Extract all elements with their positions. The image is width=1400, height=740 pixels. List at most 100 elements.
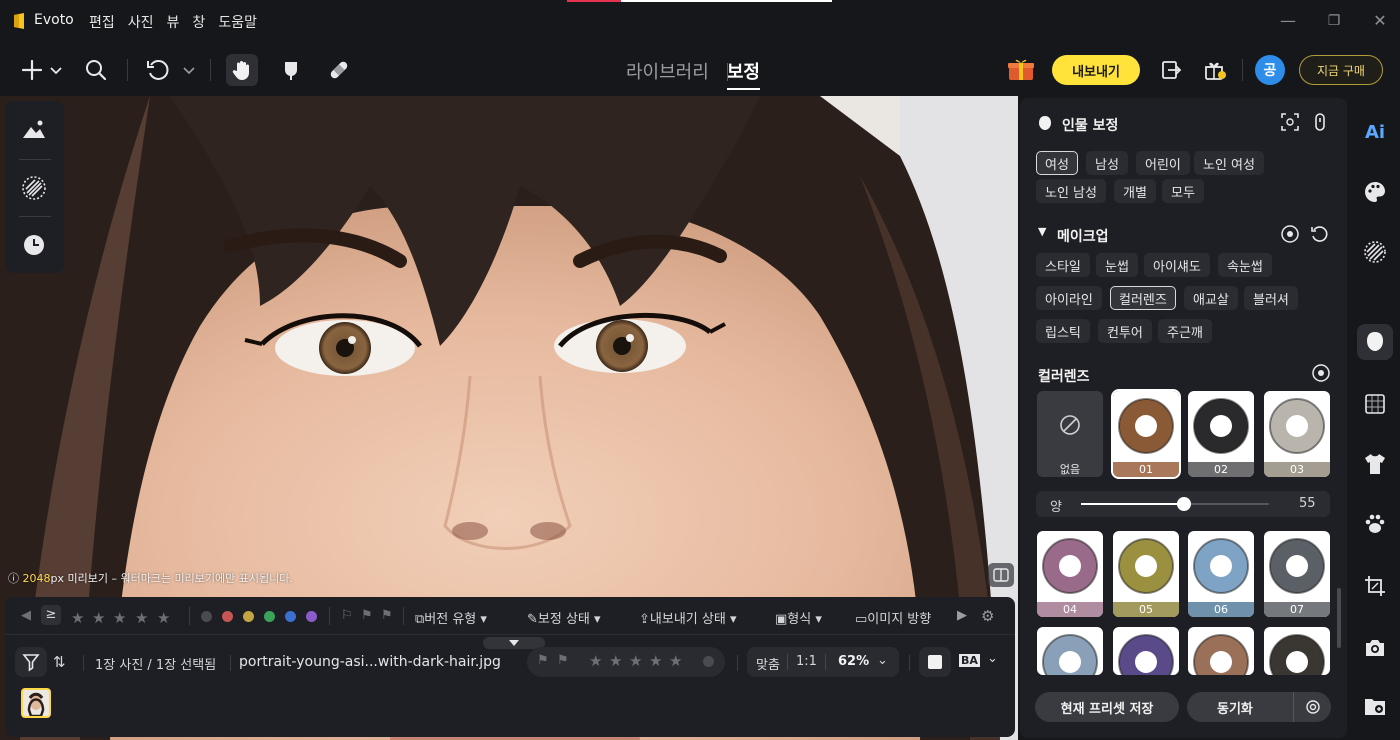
filter-settings-icon[interactable]: ⚙ [981, 607, 994, 625]
lens-option[interactable] [1113, 627, 1179, 675]
color-label-none[interactable] [201, 611, 212, 622]
makeup-eyelash[interactable]: 속눈썹 [1218, 253, 1272, 277]
close-icon[interactable]: ✕ [1371, 12, 1389, 30]
menu-window[interactable]: 창 [192, 12, 205, 32]
palette-icon[interactable] [1361, 178, 1389, 206]
makeup-color-lens[interactable]: 컬러렌즈 [1110, 286, 1176, 310]
makeup-collapse-icon[interactable]: ▼ [1038, 225, 1046, 238]
zoom-fit-button[interactable]: 맞춤 [756, 654, 780, 673]
crop-icon[interactable] [1361, 572, 1389, 600]
makeup-aegyo-sal[interactable]: 애교살 [1184, 286, 1238, 310]
buy-now-button[interactable]: 지금 구매 [1299, 55, 1383, 85]
lens-option[interactable]: 07 [1264, 531, 1330, 617]
portrait-face-icon[interactable] [1357, 324, 1393, 360]
menu-photo[interactable]: 사진 [128, 12, 154, 32]
history-clock-icon[interactable] [19, 230, 49, 260]
makeup-freckles[interactable]: 주근깨 [1158, 319, 1212, 343]
makeup-lipstick[interactable]: 립스틱 [1036, 319, 1090, 343]
filter-scroll-left-icon[interactable]: ◀ [21, 608, 31, 623]
lens-option[interactable]: 05 [1113, 531, 1179, 617]
filter-star-icon[interactable]: ★ [71, 609, 84, 627]
ai-icon[interactable]: Ai [1361, 118, 1389, 146]
filter-star-icon[interactable]: ★ [92, 609, 105, 627]
brush-icon[interactable] [275, 54, 307, 86]
pet-paw-icon[interactable] [1361, 510, 1389, 538]
flag-icon[interactable]: ⚑ [537, 653, 549, 668]
tab-library[interactable]: 라이브러리 [626, 58, 709, 90]
export-button[interactable]: 내보내기 [1052, 55, 1140, 85]
lens-none[interactable]: 없음 [1037, 391, 1103, 477]
subject-individual[interactable]: 개별 [1114, 179, 1156, 203]
flag-reject-icon[interactable]: ⚑ [557, 653, 569, 668]
lens-option[interactable]: 02 [1188, 391, 1254, 477]
color-label-dot[interactable] [703, 656, 714, 667]
compare-icon[interactable] [988, 563, 1014, 587]
makeup-blusher[interactable]: 블러셔 [1244, 286, 1298, 310]
menu-view[interactable]: 뷰 [167, 12, 180, 32]
menu-help[interactable]: 도움말 [218, 12, 257, 32]
undo-menu-chevron-icon[interactable] [177, 54, 201, 86]
filter-version-type[interactable]: ⧉버전 유형 ▾ [415, 608, 487, 627]
undo-icon[interactable] [142, 54, 174, 86]
gift-box-icon[interactable] [1004, 54, 1038, 86]
rating-star-icon[interactable]: ★ [589, 652, 602, 670]
sort-icon[interactable]: ⇅ [53, 653, 66, 671]
lens-option[interactable] [1264, 627, 1330, 675]
export-panel-icon[interactable] [1155, 54, 1187, 86]
color-label-red[interactable] [222, 611, 233, 622]
rating-star-icon[interactable]: ★ [669, 652, 682, 670]
subject-elderly-female[interactable]: 노인 여성 [1194, 151, 1264, 175]
amount-slider-track[interactable] [1081, 497, 1269, 511]
lens-option[interactable] [1188, 627, 1254, 675]
tab-retouch[interactable]: 보정 [726, 58, 761, 90]
makeup-visibility-eye-icon[interactable] [1281, 225, 1299, 247]
subject-female[interactable]: 여성 [1036, 151, 1078, 175]
zoom-chevron-down-icon[interactable]: ⌄ [877, 653, 888, 668]
view-chevron-down-icon[interactable]: ⌄ [987, 651, 998, 666]
makeup-style[interactable]: 스타일 [1036, 253, 1090, 277]
color-label-green[interactable] [264, 611, 275, 622]
background-icon[interactable] [1361, 390, 1389, 418]
subject-child[interactable]: 어린이 [1136, 151, 1190, 175]
hand-icon[interactable] [226, 54, 258, 86]
minimize-icon[interactable]: — [1279, 12, 1297, 30]
zoom-1to1-button[interactable]: 1:1 [796, 654, 817, 669]
rating-star-icon[interactable]: ★ [649, 652, 662, 670]
filter-format[interactable]: ▣형식 ▾ [775, 608, 822, 627]
color-label-yellow[interactable] [243, 611, 254, 622]
zoom-value[interactable]: 62% [838, 654, 869, 669]
makeup-eyeliner[interactable]: 아이라인 [1036, 286, 1102, 310]
amount-slider-handle[interactable] [1177, 497, 1192, 511]
makeup-reset-icon[interactable] [1310, 225, 1328, 247]
lens-option[interactable]: 06 [1188, 531, 1254, 617]
scene-icon[interactable] [19, 115, 49, 145]
rating-star-icon[interactable]: ★ [609, 652, 622, 670]
flag-icon[interactable]: ⚑ [361, 608, 373, 623]
menu-edit[interactable]: 편집 [89, 12, 115, 32]
lens-visibility-eye-icon[interactable] [1312, 364, 1330, 386]
single-view-icon[interactable] [919, 647, 951, 677]
search-icon[interactable] [80, 54, 112, 86]
makeup-eyebrow[interactable]: 눈썹 [1096, 253, 1138, 277]
rating-operator[interactable]: ≥ [41, 605, 61, 625]
flag-outline-icon[interactable]: ⚐ [341, 608, 353, 623]
subject-all[interactable]: 모두 [1162, 179, 1204, 203]
filter-icon[interactable] [15, 647, 47, 677]
texture-icon[interactable] [1361, 238, 1389, 266]
texture-icon[interactable] [19, 173, 49, 203]
color-label-blue[interactable] [285, 611, 296, 622]
restore-icon[interactable]: ❐ [1325, 12, 1343, 30]
camera-icon[interactable] [1361, 634, 1389, 662]
filter-retouch-status[interactable]: ✎보정 상태 ▾ [527, 608, 601, 627]
clothing-icon[interactable] [1361, 450, 1389, 478]
subject-male[interactable]: 남성 [1086, 151, 1128, 175]
preset-folder-icon[interactable] [1361, 692, 1389, 720]
bandage-icon[interactable] [323, 54, 355, 86]
subject-elderly-male[interactable]: 노인 남성 [1036, 179, 1106, 203]
face-detect-icon[interactable] [1280, 112, 1300, 132]
makeup-contour[interactable]: 컨투어 [1098, 319, 1152, 343]
filter-star-icon[interactable]: ★ [113, 609, 126, 627]
lens-option[interactable]: 04 [1037, 531, 1103, 617]
lens-option[interactable]: 01 [1111, 389, 1181, 479]
makeup-eyeshadow[interactable]: 아이섀도 [1144, 253, 1210, 277]
